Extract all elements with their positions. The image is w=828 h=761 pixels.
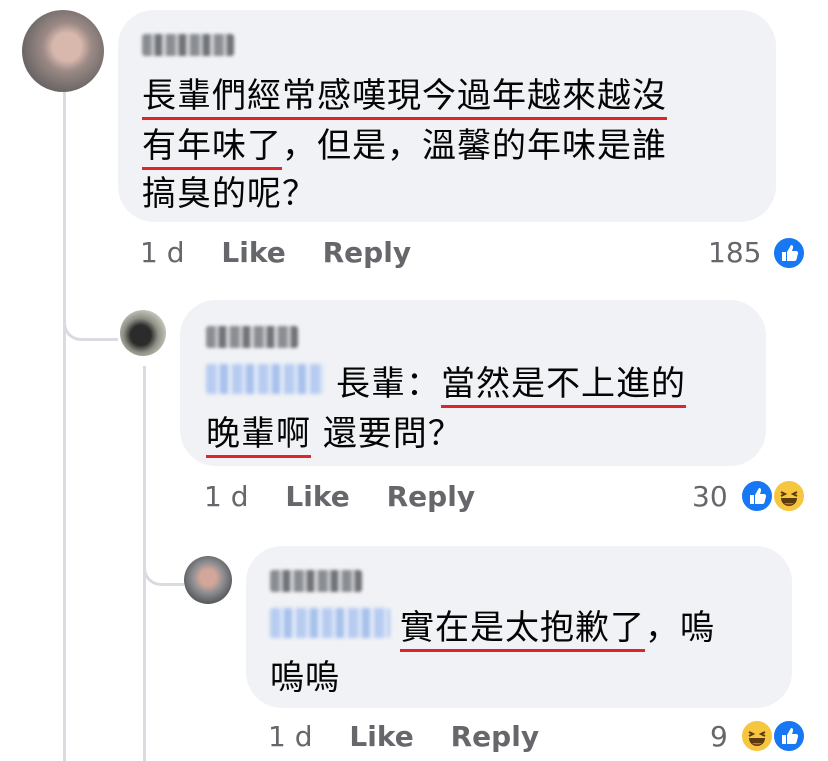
- like-button[interactable]: Like: [285, 480, 349, 513]
- comment-text-line: 長輩：當然是不上進的: [336, 360, 686, 408]
- avatar[interactable]: [22, 10, 104, 92]
- comment-text-line: 晚輩啊 還要問？: [206, 410, 463, 458]
- thread-connector: [63, 280, 118, 341]
- like-icon[interactable]: [772, 236, 806, 270]
- mention-tag[interactable]: [206, 364, 324, 394]
- author-name[interactable]: [142, 34, 234, 56]
- timestamp[interactable]: 1 d: [268, 720, 313, 753]
- underlined-text: 晚輩啊: [206, 414, 311, 458]
- haha-icon[interactable]: [772, 479, 806, 513]
- underlined-text: 有年味了: [142, 126, 282, 170]
- author-name[interactable]: [270, 570, 362, 592]
- reply-button[interactable]: Reply: [451, 720, 539, 753]
- reaction-count[interactable]: 185: [708, 236, 761, 269]
- mention-tag[interactable]: [270, 608, 390, 638]
- underlined-text: 當然是不上進的: [441, 364, 686, 408]
- underlined-text: 實在是太抱歉了: [400, 608, 645, 652]
- like-button[interactable]: Like: [221, 236, 285, 269]
- comment-text-line: 長輩們經常感嘆現今過年越來越沒: [142, 72, 667, 120]
- haha-icon[interactable]: [740, 719, 774, 753]
- avatar[interactable]: [184, 556, 232, 604]
- like-icon[interactable]: [772, 719, 806, 753]
- comment-meta: 1 d Like Reply: [268, 720, 539, 753]
- like-button[interactable]: Like: [349, 720, 413, 753]
- like-icon[interactable]: [740, 479, 774, 513]
- timestamp[interactable]: 1 d: [204, 480, 249, 513]
- comment-text-line: 實在是太抱歉了，嗚: [400, 604, 715, 652]
- reaction-count[interactable]: 9: [710, 720, 728, 753]
- reply-button[interactable]: Reply: [387, 480, 475, 513]
- thread-connector: [143, 525, 184, 586]
- comment-meta: 1 d Like Reply: [140, 236, 411, 269]
- reply-button[interactable]: Reply: [323, 236, 411, 269]
- comment-text-line: 嗚嗚: [270, 658, 340, 698]
- thread-line: [63, 92, 66, 761]
- comment-text-line: 有年味了，但是，溫馨的年味是誰: [142, 122, 667, 170]
- comment-meta: 1 d Like Reply: [204, 480, 475, 513]
- underlined-text: 長輩們經常感嘆現今過年越來越沒: [142, 76, 667, 120]
- reaction-count[interactable]: 30: [692, 480, 728, 513]
- avatar[interactable]: [120, 310, 166, 356]
- comment-text-line: 搞臭的呢？: [142, 174, 317, 214]
- timestamp[interactable]: 1 d: [140, 236, 185, 269]
- author-name[interactable]: [206, 326, 298, 348]
